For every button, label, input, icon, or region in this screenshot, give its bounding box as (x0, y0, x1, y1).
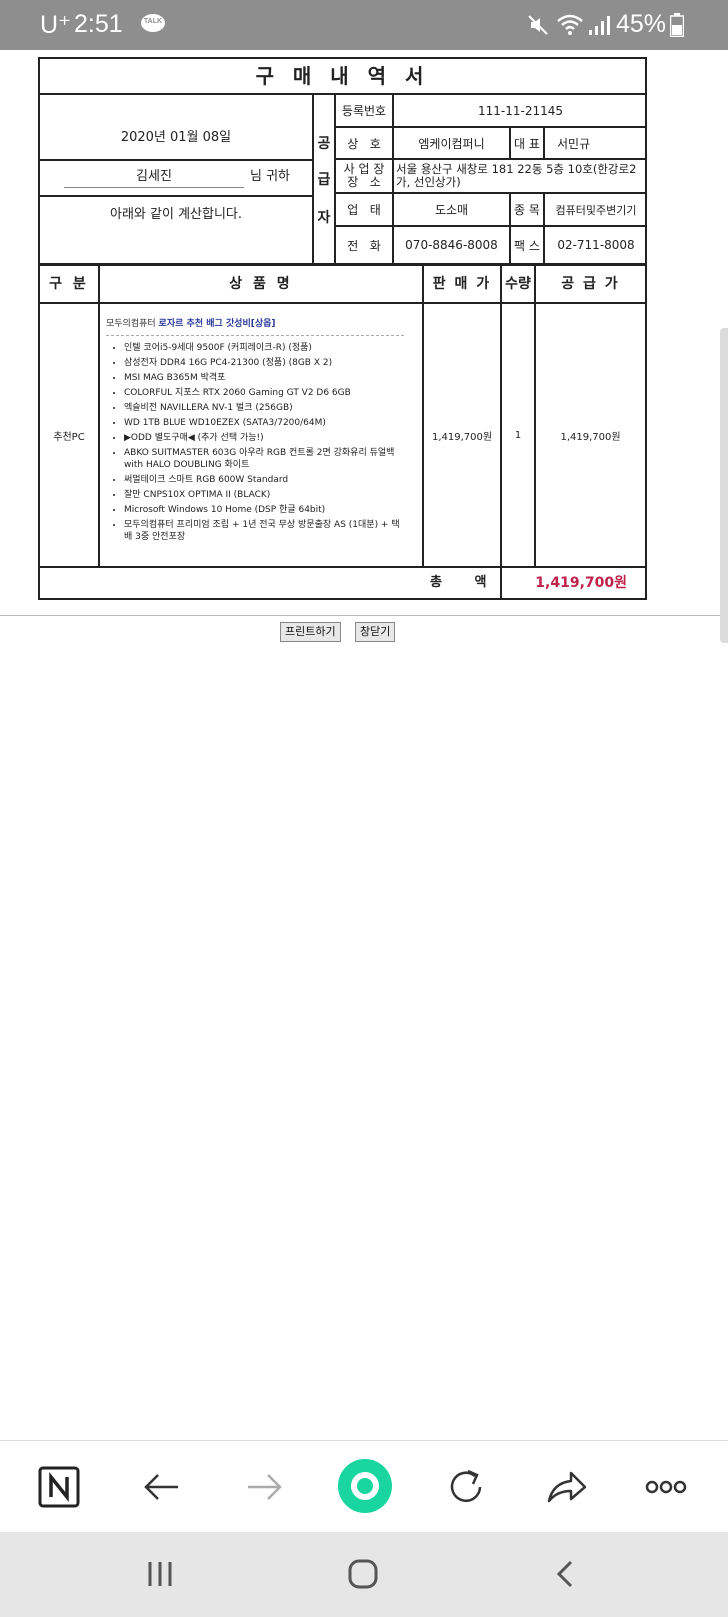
wifi-icon (557, 14, 583, 35)
buyer-honorific: 님 귀하 (250, 169, 291, 184)
product-shop-name: 모두의컴퓨터 (106, 319, 159, 329)
col-price: 판 매 가 (432, 276, 492, 292)
supplier-business-type: 도소매 (392, 194, 509, 225)
supplier-phone-row: 전 화 070-8846-8008 팩 스 02-711-8008 (336, 227, 647, 263)
naver-home-icon[interactable] (35, 1463, 83, 1511)
supplier-address-row: 사 업 장 장 소 서울 용산구 새창로 181 22동 5층 10호(한강로2… (336, 160, 647, 194)
supplier-phone: 070-8846-8008 (392, 227, 509, 263)
list-item: Microsoft Windows 10 Home (DSP 한글 64bit) (124, 504, 404, 516)
buyer-name: 김세진 (64, 165, 244, 188)
supplier-reg-no: 111-11-21145 (392, 95, 647, 126)
system-navigation-bar (0, 1532, 728, 1617)
browser-toolbar (0, 1440, 728, 1533)
battery-percent: 45% (616, 10, 667, 38)
mute-icon (528, 15, 548, 35)
list-item: 모두의컴퓨터 프리미엄 조립 + 1년 전국 무상 방문출장 AS (1대분) … (124, 519, 404, 543)
receipt-note: 아래와 같이 계산합니다. (110, 207, 242, 222)
supplier-info: 등록번호 111-11-21145 상 호 엠케이컴퍼니 대 표 서민규 사 업… (336, 95, 647, 263)
divider (0, 615, 720, 616)
receipt-title: 구 매 내 역 서 (40, 59, 645, 95)
list-item: ABKO SUITMASTER 603G 아우라 RGB 컨트롤 2면 강화유리… (124, 447, 404, 471)
print-button[interactable]: 프린트하기 (280, 622, 341, 642)
list-item: COLORFUL 지포스 RTX 2060 Gaming GT V2 D6 6G… (124, 387, 404, 399)
green-search-icon[interactable] (336, 1457, 394, 1515)
list-item: 삼성전자 DDR4 16G PC4-21300 (정품) (8GB X 2) (124, 357, 404, 369)
back-icon[interactable] (547, 1554, 587, 1594)
forward-arrow-icon[interactable] (240, 1463, 288, 1511)
list-item: 써멀테이크 스마트 RGB 600W Standard (124, 474, 404, 486)
list-item: 엑슬비전 NAVILLERA NV-1 벌크 (256GB) (124, 402, 404, 414)
carrier-label: U⁺ (40, 11, 72, 39)
row-qty: 1 (514, 429, 522, 441)
total-amount: 1,419,700원 (535, 575, 627, 591)
recent-apps-icon[interactable] (140, 1554, 180, 1594)
supplier-item: 컴퓨터및주변기기 (543, 194, 647, 225)
status-bar: U⁺ 2:51 TALK 45% (0, 0, 728, 50)
receipt-header-section: 2020년 01월 08일 김세진 님 귀하 아래와 같이 계산합니다. 공 급… (40, 95, 647, 266)
row-price: 1,419,700원 (431, 431, 493, 443)
supplier-business-row: 업 태 도소매 종 목 컴퓨터및주변기기 (336, 194, 647, 227)
list-item: 인텔 코어i5-9세대 9500F (커피레이크-R) (정품) (124, 342, 404, 354)
supplier-address: 서울 용산구 새창로 181 22동 5층 10호(한강로2가, 선인상가) (392, 160, 647, 192)
signal-icon (589, 16, 610, 35)
product-title-link[interactable]: 로자르 추천 배그 갓성비[상옵] (159, 319, 276, 329)
product-components-list: 인텔 코어i5-9세대 9500F (커피레이크-R) (정품) 삼성전자 DD… (106, 342, 404, 543)
items-table-header: 구 분 상 품 명 판 매 가 수량 공 급 가 (40, 266, 645, 304)
total-label: 총 액 (430, 575, 501, 590)
receipt-date: 2020년 01월 08일 (40, 95, 312, 161)
list-item: ▶ODD 별도구매◀ (추가 선택 가능!) (124, 432, 404, 444)
clock-time: 2:51 (74, 10, 123, 38)
row-supply: 1,419,700원 (560, 431, 621, 443)
row-category: 추천PC (53, 431, 85, 443)
purchase-receipt: 구 매 내 역 서 2020년 01월 08일 김세진 님 귀하 아래와 같이 … (38, 57, 647, 600)
list-item: WD 1TB BLUE WD10EZEX (SATA3/7200/64M) (124, 417, 404, 429)
page-scrollbar[interactable] (720, 328, 728, 643)
supplier-fax: 02-711-8008 (543, 227, 647, 263)
kakaotalk-icon: TALK (141, 14, 165, 32)
home-icon[interactable] (343, 1554, 383, 1594)
col-qty: 수량 (505, 276, 531, 292)
list-item: 잘만 CNPS10X OPTIMA II (BLACK) (124, 489, 404, 501)
col-category: 구 분 (49, 276, 89, 292)
share-icon[interactable] (543, 1463, 591, 1511)
back-arrow-icon[interactable] (138, 1463, 186, 1511)
supplier-label: 공 급 자 (314, 95, 336, 263)
supplier-ceo: 서민규 (543, 128, 647, 158)
col-product: 상 품 명 (229, 276, 293, 292)
supplier-company: 엠케이컴퍼니 (392, 128, 509, 158)
buyer-section: 2020년 01월 08일 김세진 님 귀하 아래와 같이 계산합니다. (40, 95, 314, 263)
list-item: MSI MAG B365M 박격포 (124, 372, 404, 384)
refresh-icon[interactable] (442, 1463, 490, 1511)
supplier-company-row: 상 호 엠케이컴퍼니 대 표 서민규 (336, 128, 647, 160)
col-supply: 공 급 가 (561, 276, 620, 292)
supplier-reg-row: 등록번호 111-11-21145 (336, 95, 647, 128)
close-window-button[interactable]: 창닫기 (355, 622, 396, 642)
more-icon[interactable] (642, 1463, 690, 1511)
table-row: 추천PC 모두의컴퓨터 로자르 추천 배그 갓성비[상옵] 인텔 코어i5-9세… (40, 304, 645, 568)
total-row: 총 액 1,419,700원 (40, 568, 645, 598)
buyer-row: 김세진 님 귀하 (40, 161, 312, 197)
row-product: 모두의컴퓨터 로자르 추천 배그 갓성비[상옵] 인텔 코어i5-9세대 950… (106, 316, 404, 546)
battery-icon (670, 13, 684, 37)
